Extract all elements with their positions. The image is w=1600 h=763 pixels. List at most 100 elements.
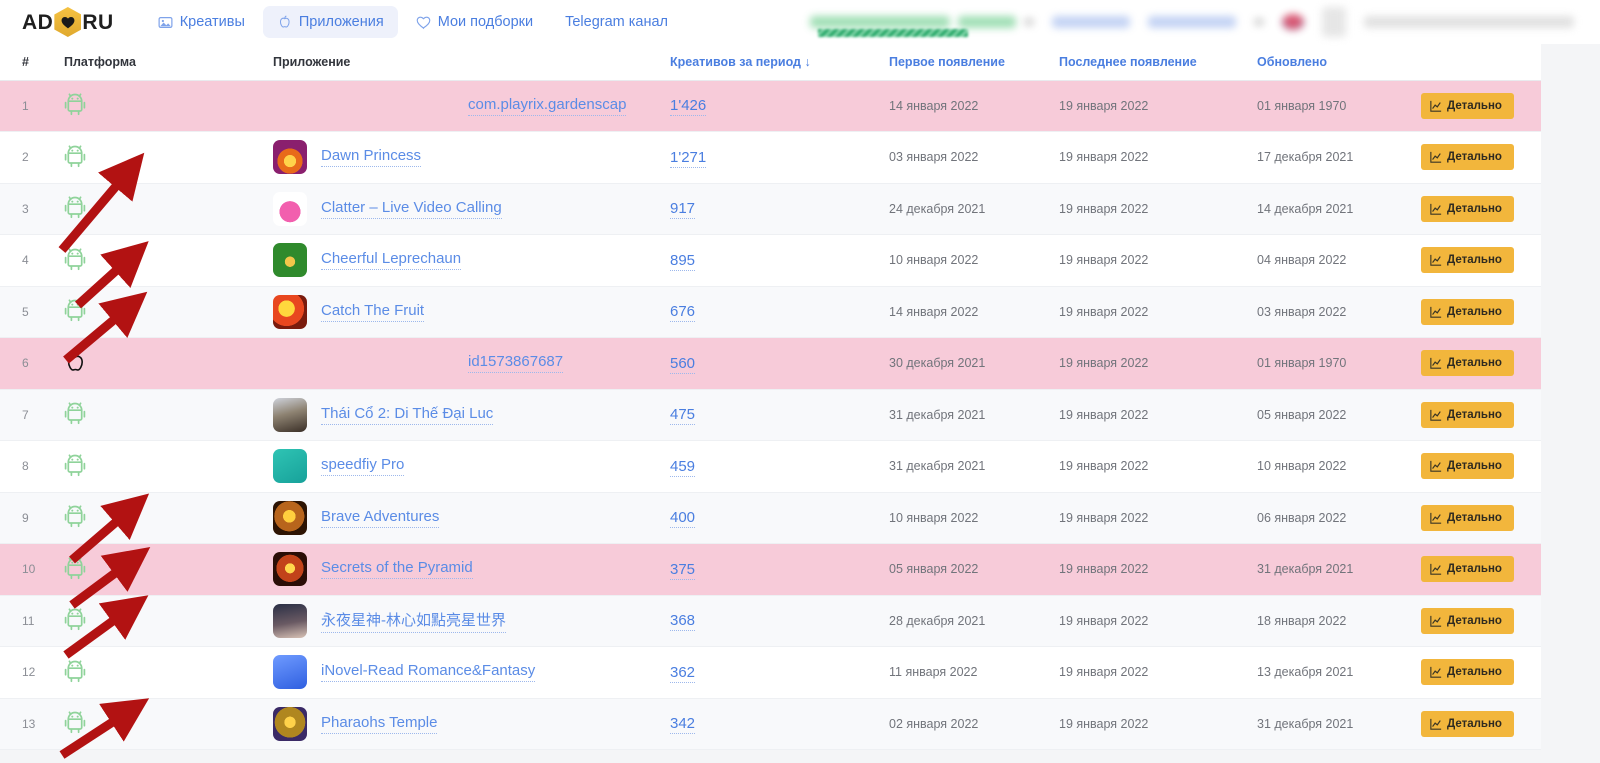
details-button[interactable]: Детально — [1421, 505, 1514, 531]
table-row[interactable]: 12iNovel-Read Romance&Fantasy36211 январ… — [0, 647, 1541, 699]
app-name-link[interactable]: Clatter – Live Video Calling — [321, 199, 502, 219]
table-row[interactable]: 13Pharaohs Temple34202 января 202219 янв… — [0, 698, 1541, 750]
app-name-link[interactable]: Cheerful Leprechaun — [321, 250, 461, 270]
applications-table-container[interactable]: # Платформа Приложение Креативов за пери… — [0, 44, 1600, 763]
details-button[interactable]: Детально — [1421, 659, 1514, 685]
row-updated: 10 января 2022 — [1241, 441, 1421, 493]
table-row[interactable]: 8speedfiy Pro45931 декабря 202119 января… — [0, 441, 1541, 493]
row-last-seen: 19 января 2022 — [1045, 389, 1241, 441]
brand-text-right: RU — [82, 12, 113, 33]
details-button[interactable]: Детально — [1421, 556, 1514, 582]
plan-chip[interactable] — [1052, 16, 1130, 28]
app-name-link[interactable]: iNovel-Read Romance&Fantasy — [321, 662, 535, 682]
table-row[interactable]: 11永夜星神-林心如點亮星世界36828 декабря 202119 янва… — [0, 595, 1541, 647]
nav-item-creatives[interactable]: Креативы — [144, 6, 259, 38]
chevron-down-icon-2[interactable] — [1254, 18, 1264, 26]
chart-icon — [1430, 254, 1442, 266]
details-button[interactable]: Детально — [1421, 299, 1514, 325]
creatives-count-link[interactable]: 1'426 — [670, 97, 706, 116]
app-name-link[interactable]: 永夜星神-林心如點亮星世界 — [321, 609, 506, 633]
details-button[interactable]: Детально — [1421, 711, 1514, 737]
app-name-link[interactable]: Dawn Princess — [321, 147, 421, 167]
creatives-count-link[interactable]: 560 — [670, 355, 695, 374]
creatives-count-link[interactable]: 400 — [670, 509, 695, 528]
creatives-count-link[interactable]: 475 — [670, 406, 695, 425]
table-row[interactable]: 1com.playrix.gardenscap1'42614 января 20… — [0, 80, 1541, 132]
table-row[interactable]: 9Brave Adventures40010 января 202219 янв… — [0, 492, 1541, 544]
row-application: Brave Adventures — [160, 492, 660, 544]
row-actions: Детально — [1421, 595, 1541, 647]
language-flag-icon[interactable] — [1282, 14, 1304, 30]
creatives-count-link[interactable]: 459 — [670, 458, 695, 477]
row-last-seen: 19 января 2022 — [1045, 544, 1241, 596]
row-first-seen: 31 декабря 2021 — [873, 389, 1045, 441]
table-row[interactable]: 7Thái Cổ 2: Di Thế Đại Luc47531 декабря … — [0, 389, 1541, 441]
app-icon — [273, 501, 307, 535]
col-header-first-seen[interactable]: Первое появление — [873, 44, 1045, 80]
nav-item-my-collections[interactable]: Мои подборки — [402, 6, 547, 38]
creatives-count-link[interactable]: 362 — [670, 664, 695, 683]
row-actions: Детально — [1421, 80, 1541, 132]
table-row[interactable]: 5Catch The Fruit67614 января 202219 янва… — [0, 286, 1541, 338]
android-icon — [64, 710, 86, 734]
details-button[interactable]: Детально — [1421, 247, 1514, 273]
app-name-link[interactable]: Secrets of the Pyramid — [321, 559, 473, 579]
row-creatives-count: 362 — [660, 647, 873, 699]
app-icon — [273, 552, 307, 586]
row-last-seen: 19 января 2022 — [1045, 132, 1241, 184]
chart-icon — [1430, 151, 1442, 163]
creatives-count-link[interactable]: 342 — [670, 715, 695, 734]
table-row[interactable]: 4Cheerful Leprechaun89510 января 202219 … — [0, 235, 1541, 287]
row-application: id1573867687 — [160, 338, 660, 390]
app-name-link[interactable]: Pharaohs Temple — [321, 714, 437, 734]
app-name-link[interactable]: speedfiy Pro — [321, 456, 404, 476]
nav-item-telegram-channel[interactable]: Telegram канал — [551, 6, 682, 38]
row-index: 10 — [0, 544, 42, 596]
balance-chip — [810, 16, 950, 28]
col-header-creatives-count[interactable]: Креативов за период ↓ — [660, 44, 873, 80]
chevron-down-icon[interactable] — [1024, 18, 1034, 26]
plan-detail-chip[interactable] — [1148, 16, 1236, 28]
col-header-platform[interactable]: Платформа — [42, 44, 160, 80]
row-updated: 03 января 2022 — [1241, 286, 1421, 338]
creatives-count-link[interactable]: 917 — [670, 200, 695, 219]
creatives-count-link[interactable]: 1'271 — [670, 149, 706, 168]
details-button[interactable]: Детально — [1421, 608, 1514, 634]
row-first-seen: 10 января 2022 — [873, 235, 1045, 287]
brand-logo[interactable]: AD RU — [22, 7, 114, 37]
table-row[interactable]: 6id157386768756030 декабря 202119 января… — [0, 338, 1541, 390]
creatives-count-link[interactable]: 895 — [670, 252, 695, 271]
details-button[interactable]: Детально — [1421, 196, 1514, 222]
table-row[interactable]: 10Secrets of the Pyramid37505 января 202… — [0, 544, 1541, 596]
row-creatives-count: 917 — [660, 183, 873, 235]
row-platform — [42, 235, 160, 287]
app-name-link[interactable]: Catch The Fruit — [321, 302, 424, 322]
details-button[interactable]: Детально — [1421, 350, 1514, 376]
app-name-link[interactable]: com.playrix.gardenscap — [468, 96, 626, 116]
details-button[interactable]: Детально — [1421, 402, 1514, 428]
avatar[interactable] — [1322, 7, 1346, 37]
col-header-index[interactable]: # — [0, 44, 42, 80]
nav-item-applications[interactable]: Приложения — [263, 6, 398, 38]
table-row[interactable]: 2Dawn Princess1'27103 января 202219 янва… — [0, 132, 1541, 184]
creatives-count-link[interactable]: 368 — [670, 612, 695, 631]
col-header-updated[interactable]: Обновлено — [1241, 44, 1421, 80]
details-button[interactable]: Детально — [1421, 144, 1514, 170]
table-row[interactable]: 3Clatter – Live Video Calling91724 декаб… — [0, 183, 1541, 235]
details-button[interactable]: Детально — [1421, 453, 1514, 479]
row-first-seen: 03 января 2022 — [873, 132, 1045, 184]
row-updated: 31 декабря 2021 — [1241, 544, 1421, 596]
col-header-last-seen[interactable]: Последнее появление — [1045, 44, 1241, 80]
app-name-link[interactable]: Thái Cổ 2: Di Thế Đại Luc — [321, 405, 493, 425]
app-name-link[interactable]: id1573867687 — [468, 353, 563, 373]
col-header-application[interactable]: Приложение — [160, 44, 660, 80]
row-platform — [42, 698, 160, 750]
details-button[interactable]: Детально — [1421, 93, 1514, 119]
nav-label: Telegram канал — [565, 14, 668, 30]
creatives-count-link[interactable]: 676 — [670, 303, 695, 322]
col-header-actions — [1421, 44, 1541, 80]
nav-label: Приложения — [299, 14, 384, 30]
creatives-count-link[interactable]: 375 — [670, 561, 695, 580]
app-name-link[interactable]: Brave Adventures — [321, 508, 439, 528]
row-index: 13 — [0, 698, 42, 750]
